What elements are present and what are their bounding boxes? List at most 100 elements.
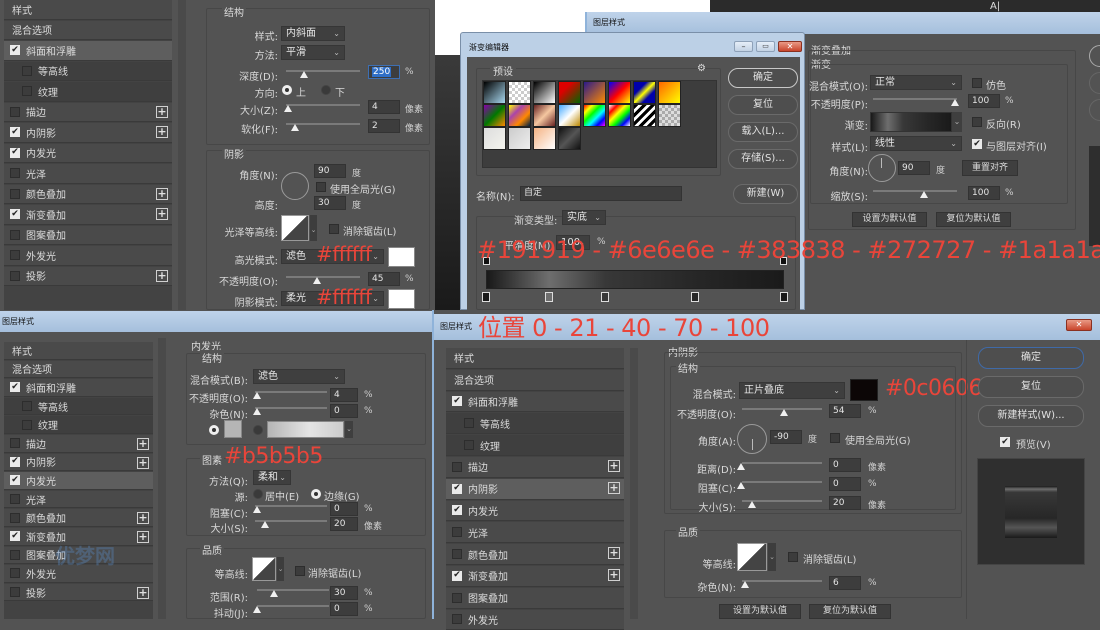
is-preview-checkbox[interactable]: ✔ — [1000, 437, 1010, 447]
angle-dial[interactable] — [281, 172, 309, 200]
sidebar-checkbox[interactable]: ✔ — [452, 396, 462, 407]
ig-color-swatch[interactable] — [224, 420, 242, 438]
color-stop[interactable] — [482, 292, 490, 302]
maximize-button[interactable]: ▭ — [756, 41, 775, 52]
sidebar-item[interactable]: 投影 + — [4, 583, 153, 602]
ig-source-center-radio[interactable] — [253, 489, 263, 499]
sidebar-checkbox[interactable] — [452, 549, 462, 560]
gradient-bar[interactable] — [486, 270, 784, 289]
is-contour-dropdown[interactable]: ⌄ — [768, 543, 776, 571]
sidebar-checkbox[interactable] — [464, 418, 474, 429]
sidebar-checkbox[interactable]: ✔ — [10, 456, 20, 467]
ig-gradient-radio[interactable] — [253, 425, 263, 435]
ig-technique-select[interactable]: 柔和 ⌄ — [253, 470, 291, 485]
is-reset-button[interactable]: 复位 — [978, 376, 1084, 398]
antialias-checkbox[interactable] — [329, 224, 339, 234]
direction-down-radio[interactable] — [321, 85, 331, 95]
sidebar-item[interactable]: 混合选项 — [4, 20, 172, 40]
sidebar-item[interactable]: ✔ 内阴影 + — [446, 478, 624, 500]
add-effect-icon[interactable]: + — [608, 569, 620, 581]
sidebar-checkbox[interactable] — [452, 614, 462, 625]
sidebar-checkbox[interactable] — [10, 587, 20, 598]
go-opacity-input[interactable]: 100 — [968, 94, 1000, 108]
sidebar-item[interactable]: 图案叠加 — [446, 587, 624, 609]
gradient-preset-swatch[interactable] — [508, 127, 531, 150]
sidebar-item[interactable]: 纹理 — [446, 435, 624, 456]
add-effect-icon[interactable]: + — [137, 586, 149, 599]
gradient-preset-swatch[interactable] — [508, 81, 531, 104]
gradient-preset-swatch[interactable] — [583, 81, 606, 104]
add-effect-icon[interactable]: + — [608, 460, 620, 472]
ge-reset-button[interactable]: 复位 — [728, 95, 798, 115]
sidebar-item[interactable]: 纹理 — [4, 416, 153, 434]
gradient-preset-swatch[interactable] — [483, 81, 506, 104]
sidebar-checkbox[interactable] — [10, 229, 20, 240]
sidebar-item[interactable]: ✔ 渐变叠加 + — [446, 566, 624, 587]
ig-blend-select[interactable]: 滤色 ⌄ — [253, 369, 345, 384]
ig-opacity-slider-thumb[interactable] — [253, 392, 261, 399]
sidebar-checkbox[interactable] — [10, 549, 20, 560]
add-effect-icon[interactable]: + — [156, 208, 168, 220]
add-effect-icon[interactable]: + — [608, 481, 620, 494]
ig-jitter-input[interactable]: 0 — [330, 602, 358, 616]
sidebar-item[interactable]: 描边 + — [4, 102, 172, 122]
opacity-slider-thumb[interactable] — [313, 277, 321, 284]
is-distance-slider-thumb[interactable] — [737, 463, 745, 470]
gradient-preset-swatch[interactable] — [483, 104, 506, 127]
ge-load-button[interactable]: 载入(L)... — [728, 122, 798, 142]
gradient-preset-swatch[interactable] — [533, 127, 556, 150]
ig-antialias-checkbox[interactable] — [295, 566, 305, 576]
add-effect-icon[interactable]: + — [137, 512, 149, 525]
ge-type-select[interactable]: 实底 ⌄ — [562, 210, 606, 225]
sidebar-checkbox[interactable] — [10, 494, 20, 505]
go-reset-align-button[interactable]: 重置对齐 — [962, 160, 1018, 176]
ig-choke-input[interactable]: 0 — [330, 502, 358, 516]
is-shadow-color-swatch[interactable] — [850, 379, 878, 401]
sidebar-item[interactable]: ✔ 内阴影 + — [4, 123, 172, 143]
altitude-input[interactable]: 30 — [314, 196, 346, 210]
go-angle-dial[interactable] — [868, 154, 896, 182]
depth-input[interactable]: 250 — [368, 65, 400, 79]
is-choke-slider-track[interactable] — [742, 481, 822, 483]
sidebar-item[interactable]: 光泽 — [446, 522, 624, 544]
go-set-default-button[interactable]: 设置为默认值 — [852, 212, 927, 227]
ge-save-button[interactable]: 存储(S)... — [728, 149, 798, 169]
ig-range-input[interactable]: 30 — [330, 586, 358, 600]
go-reset-default-button[interactable]: 复位为默认值 — [936, 212, 1011, 227]
sidebar-checkbox[interactable]: ✔ — [452, 483, 462, 494]
sidebar-item[interactable]: 描边 + — [4, 435, 153, 453]
sidebar-checkbox[interactable]: ✔ — [452, 570, 462, 581]
color-stop[interactable] — [544, 292, 553, 302]
is-opacity-input[interactable]: 54 — [829, 404, 861, 418]
sidebar-checkbox[interactable]: ✔ — [10, 531, 20, 542]
ig-gradient-dropdown[interactable]: ⌄ — [345, 421, 353, 438]
gloss-contour-dropdown[interactable]: ⌄ — [310, 215, 317, 241]
sidebar-checkbox[interactable] — [22, 86, 32, 97]
gradient-preset-swatch[interactable] — [583, 104, 606, 127]
ge-ok-button[interactable]: 确定 — [728, 68, 798, 88]
sidebar-checkbox[interactable] — [22, 419, 32, 430]
sidebar-checkbox[interactable] — [452, 461, 462, 472]
sidebar-checkbox[interactable] — [10, 568, 20, 579]
sidebar-item[interactable]: 等高线 — [4, 61, 172, 81]
sidebar-item[interactable]: 等高线 — [446, 413, 624, 435]
ig-jitter-slider-thumb[interactable] — [253, 606, 261, 613]
sidebar-item[interactable]: 颜色叠加 + — [446, 544, 624, 565]
ig-source-edge-radio[interactable] — [311, 489, 321, 499]
is-noise-slider-thumb[interactable] — [741, 581, 749, 588]
gradient-preset-swatch[interactable] — [633, 104, 656, 127]
opacity-input[interactable]: 45 — [368, 272, 400, 286]
is-size-slider-thumb[interactable] — [748, 501, 756, 508]
sidebar-item[interactable]: 描边 + — [446, 457, 624, 478]
add-effect-icon[interactable]: + — [156, 105, 168, 118]
is-distance-slider-track[interactable] — [742, 462, 822, 464]
sidebar-checkbox[interactable] — [452, 527, 462, 538]
sidebar-checkbox[interactable] — [22, 65, 32, 76]
sidebar-item[interactable]: ✔ 内发光 — [446, 500, 624, 522]
close-button[interactable]: ✕ — [1066, 319, 1092, 331]
sidebar-checkbox[interactable] — [22, 401, 32, 412]
sidebar-item[interactable]: 等高线 — [4, 397, 153, 416]
ig-size-slider-thumb[interactable] — [261, 521, 269, 528]
sidebar-item[interactable]: ✔ 内阴影 + — [4, 453, 153, 472]
is-choke-input[interactable]: 0 — [829, 477, 861, 491]
